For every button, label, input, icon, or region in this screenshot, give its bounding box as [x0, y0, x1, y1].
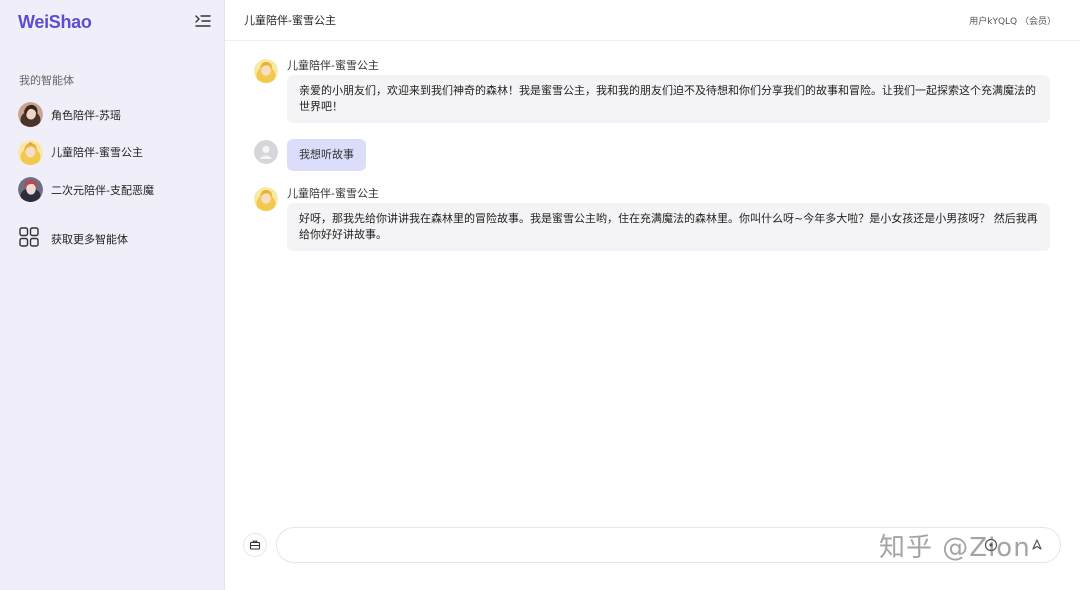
assistant-message: 儿童陪伴-蜜雪公主 亲爱的小朋友们，欢迎来到我们神奇的森林！我是蜜雪公主，我和我… — [254, 58, 1051, 124]
chat-main: 儿童陪伴-蜜雪公主 用户kYQLQ （会员） 儿童陪伴-蜜雪公主 亲爱的小朋友们… — [225, 0, 1080, 590]
get-more-agents-button[interactable]: 获取更多智能体 — [18, 226, 128, 252]
user-message: 我想听故事 — [254, 139, 1051, 172]
sidebar-item-label: 角色陪伴-苏瑶 — [51, 108, 121, 122]
app-window: WeiShao 我的智能体 角色陪伴-苏瑶 儿童陪伴-蜜雪公主 二次元陪伴-支配… — [0, 0, 1080, 590]
grid-icon — [18, 226, 40, 252]
sidebar-item-agent-suyao[interactable]: 角色陪伴-苏瑶 — [0, 96, 225, 134]
sidebar-item-agent-demon[interactable]: 二次元陪伴-支配恶魔 — [0, 171, 225, 209]
collapse-sidebar-icon[interactable] — [193, 12, 213, 30]
chat-title: 儿童陪伴-蜜雪公主 — [244, 14, 336, 27]
app-logo[interactable]: WeiShao — [18, 12, 92, 33]
get-more-agents-label: 获取更多智能体 — [51, 233, 128, 246]
send-icon[interactable] — [1029, 537, 1045, 553]
agent-list: 角色陪伴-苏瑶 儿童陪伴-蜜雪公主 二次元陪伴-支配恶魔 — [0, 96, 225, 209]
message-body: 儿童陪伴-蜜雪公主 好呀，那我先给你讲讲我在森林里的冒险故事。我是蜜雪公主哟，住… — [287, 186, 1050, 251]
user-account-label[interactable]: 用户kYQLQ （会员） — [969, 14, 1056, 27]
assistant-message: 儿童陪伴-蜜雪公主 好呀，那我先给你讲讲我在森林里的冒险故事。我是蜜雪公主哟，住… — [254, 186, 1051, 251]
sidebar-item-label: 二次元陪伴-支配恶魔 — [51, 183, 154, 197]
assistant-bubble: 亲爱的小朋友们，欢迎来到我们神奇的森林！我是蜜雪公主，我和我的朋友们迫不及待想和… — [287, 75, 1050, 123]
anime-portrait-avatar — [18, 177, 43, 203]
message-input[interactable] — [276, 527, 1061, 563]
attach-button[interactable] — [243, 533, 267, 557]
princess-portrait-avatar — [18, 139, 43, 165]
message-body: 儿童陪伴-蜜雪公主 亲爱的小朋友们，欢迎来到我们神奇的森林！我是蜜雪公主，我和我… — [287, 58, 1050, 123]
briefcase-icon — [249, 536, 261, 555]
user-bubble: 我想听故事 — [287, 139, 366, 171]
woman-portrait-avatar — [18, 102, 43, 128]
assistant-bubble: 好呀，那我先给你讲讲我在森林里的冒险故事。我是蜜雪公主哟，住在充满魔法的森林里。… — [287, 203, 1050, 251]
refresh-icon[interactable] — [983, 537, 999, 553]
user-avatar — [254, 140, 278, 164]
chat-input-bar — [243, 527, 1061, 563]
chat-header: 儿童陪伴-蜜雪公主 用户kYQLQ （会员） — [225, 0, 1080, 41]
sidebar-item-label: 儿童陪伴-蜜雪公主 — [51, 146, 143, 160]
message-body: 我想听故事 — [287, 139, 366, 171]
section-title-my-agents: 我的智能体 — [19, 74, 74, 87]
message-list: 儿童陪伴-蜜雪公主 亲爱的小朋友们，欢迎来到我们神奇的森林！我是蜜雪公主，我和我… — [254, 58, 1051, 251]
sidebar-item-agent-princess[interactable]: 儿童陪伴-蜜雪公主 — [0, 134, 225, 172]
sidebar: WeiShao 我的智能体 角色陪伴-苏瑶 儿童陪伴-蜜雪公主 二次元陪伴-支配… — [0, 0, 225, 590]
princess-portrait-avatar — [254, 187, 278, 211]
princess-portrait-avatar — [254, 59, 278, 83]
message-sender: 儿童陪伴-蜜雪公主 — [287, 187, 379, 200]
message-sender: 儿童陪伴-蜜雪公主 — [287, 59, 379, 72]
